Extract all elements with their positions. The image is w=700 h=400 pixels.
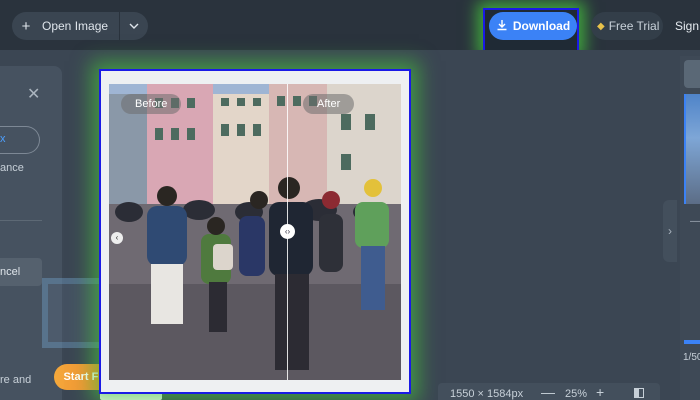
- panel-divider: [0, 220, 42, 221]
- preview-image[interactable]: Before After ‹› ‹: [109, 84, 401, 380]
- compare-handle-icon[interactable]: ‹›: [280, 224, 295, 239]
- status-bar: 1550 × 1584px — 25% +: [438, 383, 660, 400]
- download-button[interactable]: Download: [489, 12, 577, 40]
- free-trial-label: Free Trial: [608, 19, 660, 33]
- top-toolbar: + Open Image Download ◆ Free Trial Sign: [0, 0, 700, 52]
- right-panel-tab[interactable]: [684, 60, 700, 88]
- before-label: Before: [121, 94, 182, 114]
- thumbnail-dash: —: [690, 216, 700, 227]
- download-icon: [496, 19, 508, 34]
- cancel-button[interactable]: ncel: [0, 258, 42, 286]
- collapse-right-panel-button[interactable]: ›: [663, 200, 677, 262]
- option-description: ance: [0, 162, 24, 174]
- image-dimensions: 1550 × 1584px: [450, 388, 524, 400]
- zoom-out-button[interactable]: —: [541, 384, 555, 400]
- previous-icon[interactable]: ‹: [111, 232, 123, 244]
- image-thumbnail[interactable]: [684, 94, 700, 204]
- zoom-level: 25%: [565, 388, 588, 400]
- option-pill[interactable]: x: [0, 126, 40, 154]
- download-label: Download: [512, 19, 571, 33]
- open-image-button[interactable]: + Open Image: [12, 12, 148, 40]
- after-label: After: [303, 94, 355, 114]
- street-photo: [109, 84, 401, 380]
- close-icon[interactable]: ✕: [27, 84, 40, 104]
- left-panel: [0, 66, 62, 400]
- promo-text: re and: [0, 374, 32, 386]
- zoom-in-button[interactable]: +: [596, 384, 604, 400]
- free-trial-button[interactable]: ◆ Free Trial: [591, 12, 663, 40]
- sign-in-link[interactable]: Sign: [675, 19, 699, 33]
- progress-bar: [684, 340, 700, 344]
- plus-icon: +: [21, 17, 31, 35]
- open-image-label: Open Image: [42, 19, 109, 33]
- gem-icon: ◆: [597, 20, 605, 32]
- image-counter: 1/50: [683, 352, 700, 363]
- chevron-down-icon[interactable]: [120, 23, 148, 29]
- compare-view-icon[interactable]: [634, 388, 644, 398]
